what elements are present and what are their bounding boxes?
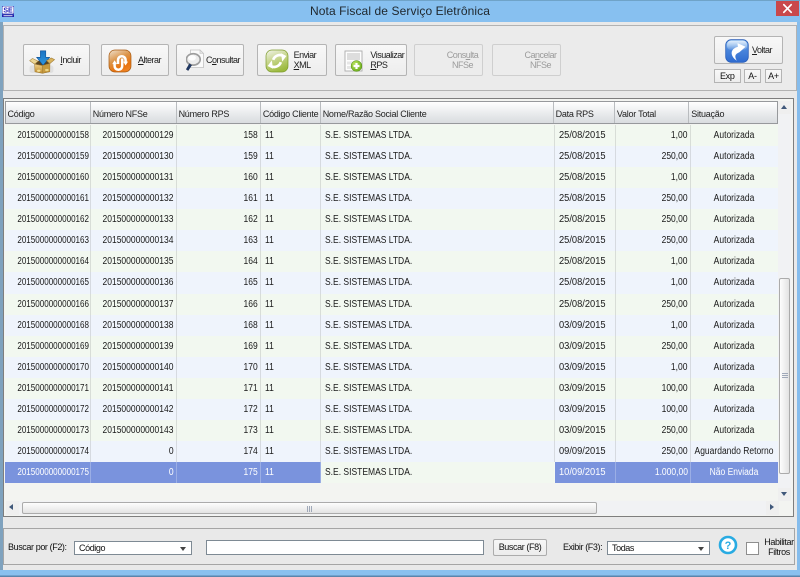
svg-text:SE: SE	[3, 8, 13, 15]
svg-text:?: ?	[725, 540, 732, 552]
